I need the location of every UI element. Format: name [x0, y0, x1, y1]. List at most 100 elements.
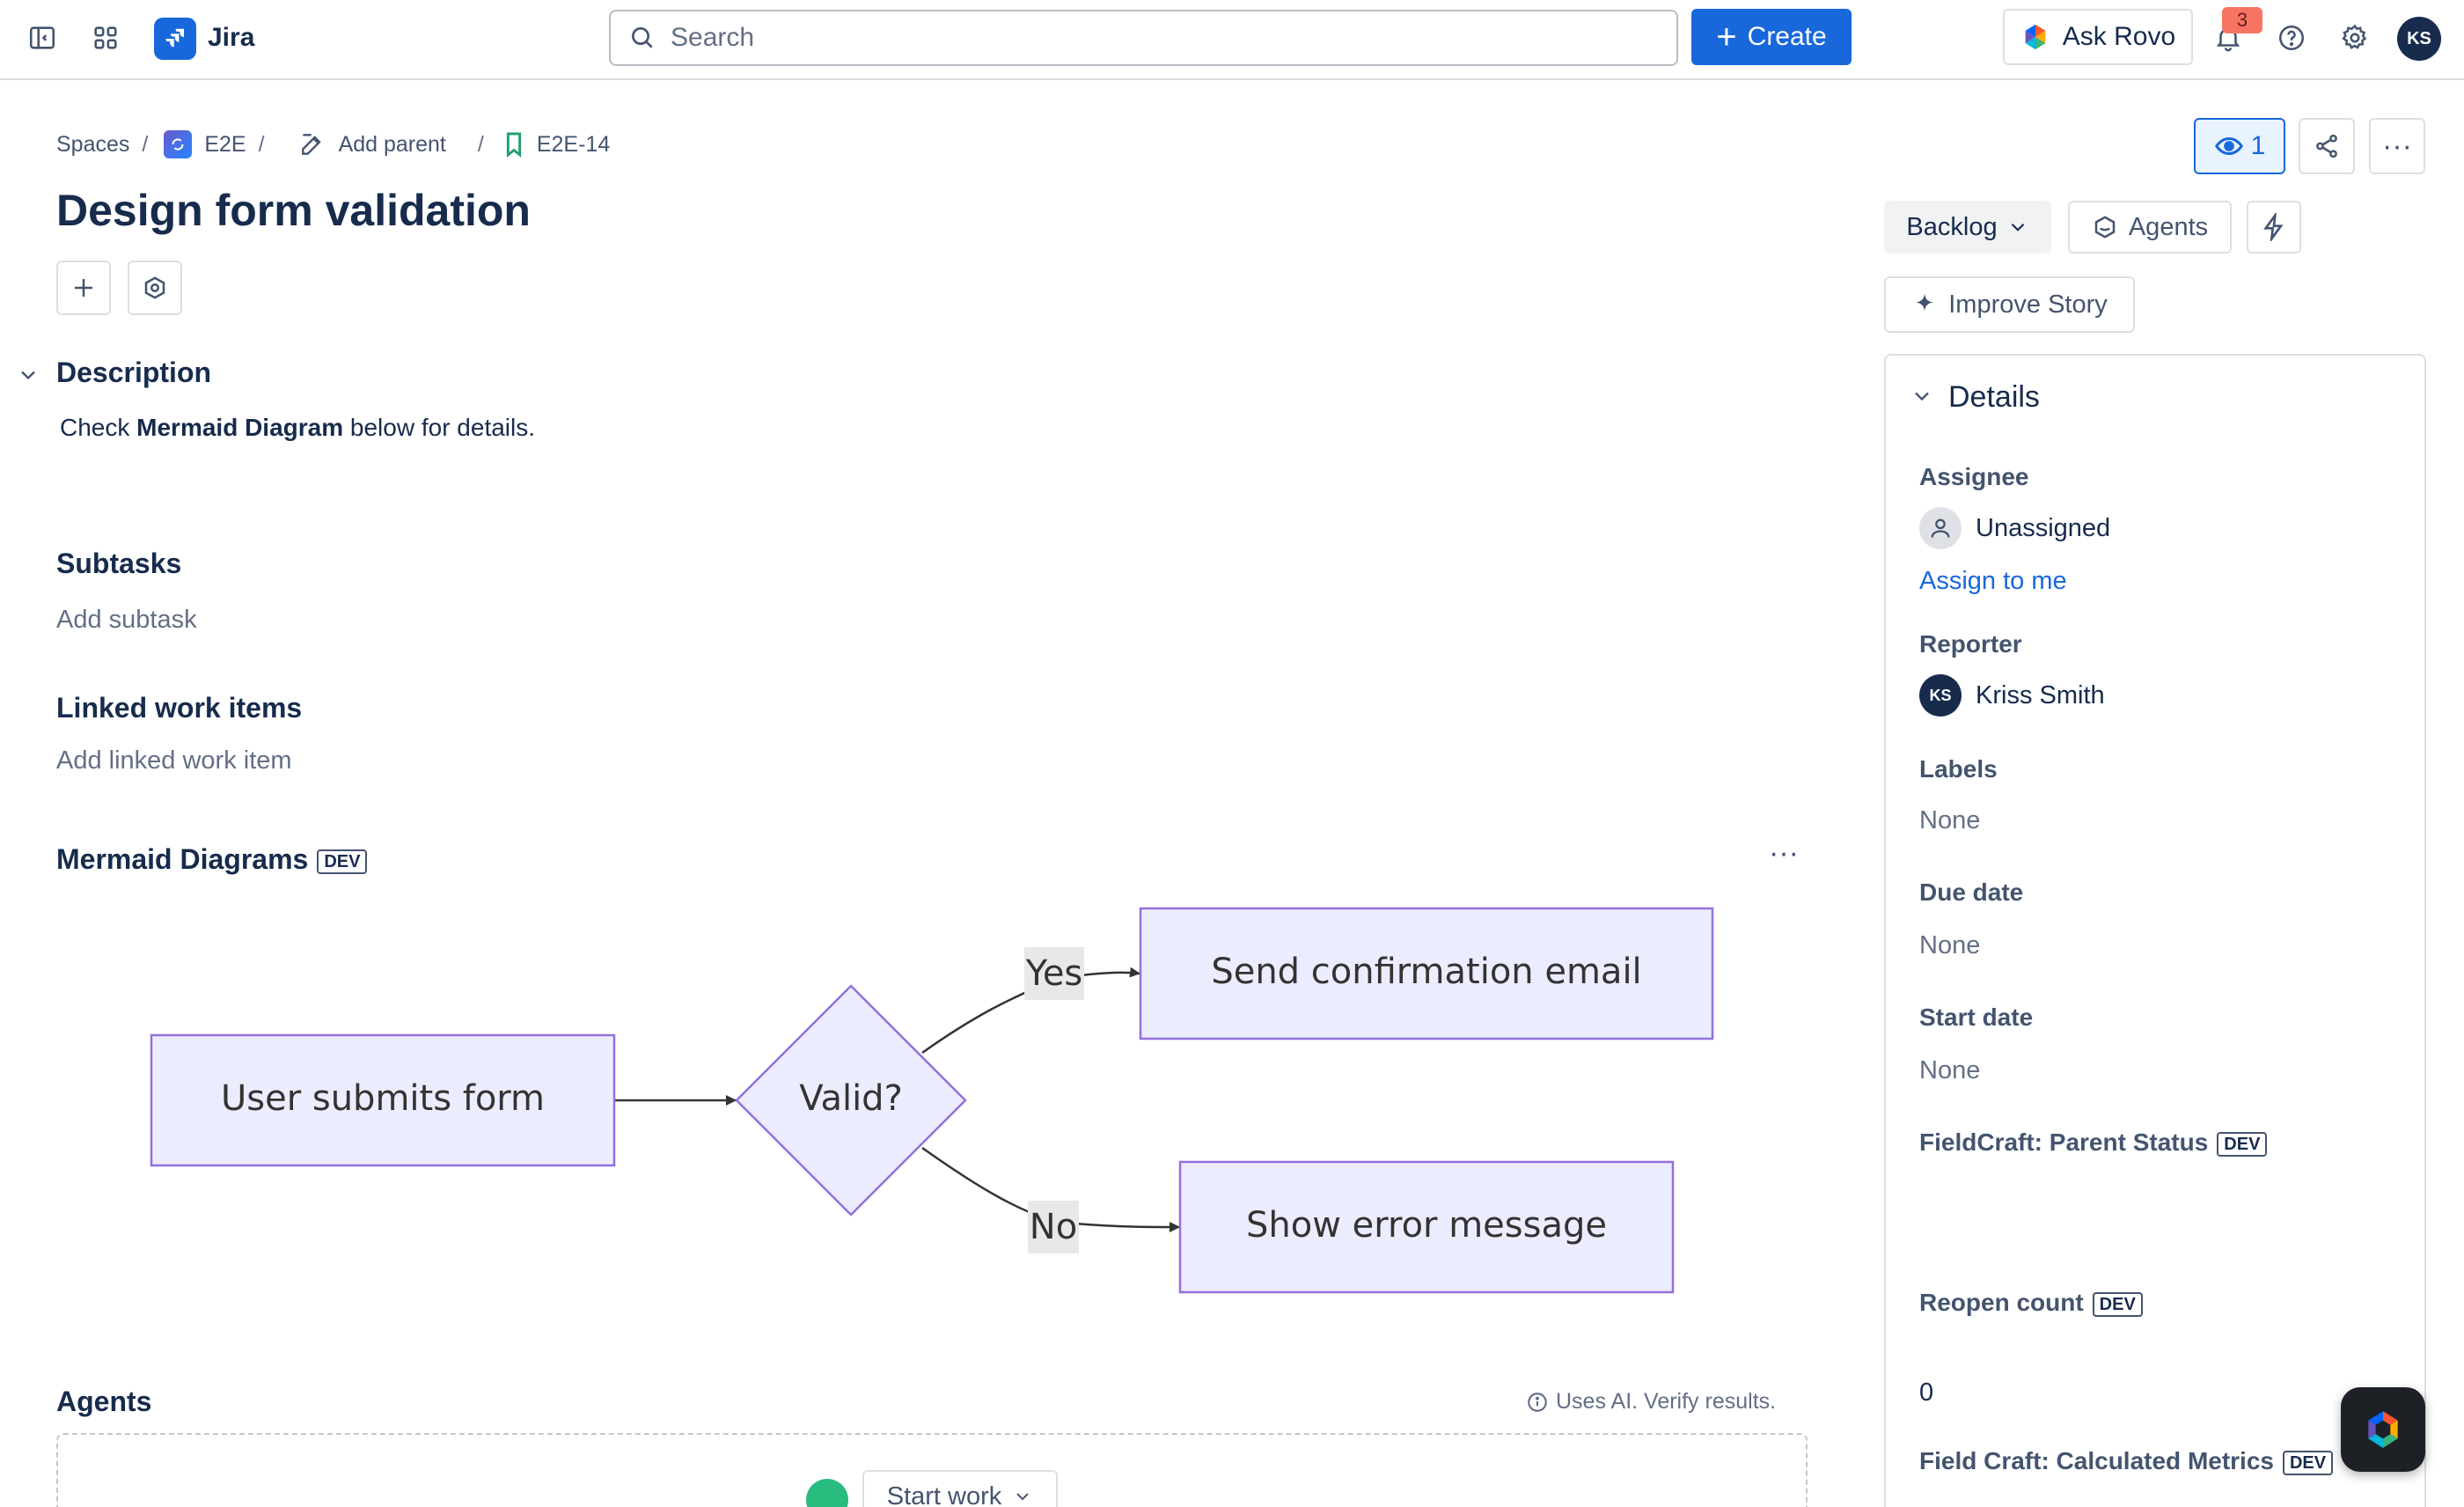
- apps-button[interactable]: [128, 261, 182, 315]
- breadcrumb-separator: /: [142, 131, 149, 157]
- description-text-after: below for details.: [343, 414, 536, 441]
- details-heading[interactable]: Details: [1948, 380, 2040, 415]
- node-send-confirmation-email-label: Send confirmation email: [1211, 952, 1641, 992]
- reopen-count-label-text: Reopen count: [1919, 1289, 2084, 1316]
- ask-rovo-label: Ask Rovo: [2062, 22, 2176, 51]
- add-parent-button[interactable]: Add parent: [298, 130, 446, 158]
- ai-disclaimer: Uses AI. Verify results.: [1526, 1389, 1776, 1415]
- labels-label: Labels: [1919, 755, 1998, 783]
- agents-heading: Agents: [56, 1386, 152, 1417]
- start-date-label: Start date: [1919, 1003, 2034, 1031]
- eye-icon: [2214, 136, 2243, 156]
- calculated-metrics-label-text: Field Craft: Calculated Metrics: [1919, 1447, 2274, 1474]
- parent-status-label: FieldCraft: Parent Status DEV: [1919, 1128, 2268, 1157]
- settings-gear-icon[interactable]: [2330, 18, 2380, 58]
- more-actions-button[interactable]: ···: [2369, 118, 2425, 174]
- app-name[interactable]: Jira: [208, 23, 254, 53]
- chevron-down-icon: [1016, 1493, 1029, 1501]
- add-subtask-button[interactable]: Add subtask: [56, 606, 197, 635]
- story-bookmark-icon: [506, 132, 521, 158]
- app-switcher-icon[interactable]: [81, 18, 130, 58]
- node-user-submits-form-label: User submits form: [221, 1078, 545, 1119]
- dev-badge: DEV: [2092, 1291, 2143, 1317]
- start-work-label: Start work: [886, 1481, 1002, 1507]
- search-input[interactable]: [671, 23, 1639, 53]
- plus-icon: [75, 279, 92, 297]
- breadcrumb-space-label: E2E: [204, 131, 246, 157]
- lightning-bolt-icon: [2263, 213, 2284, 241]
- plus-icon: +: [1716, 18, 1737, 56]
- breadcrumb-separator: /: [258, 131, 265, 157]
- chevron-down-icon: [2011, 223, 2024, 232]
- edge-label-yes: Yes: [1025, 953, 1083, 994]
- improve-story-label: Improve Story: [1948, 290, 2108, 319]
- reopen-count-label: Reopen count DEV: [1919, 1289, 2143, 1317]
- breadcrumb-spaces-link[interactable]: Spaces: [56, 132, 129, 158]
- start-work-button[interactable]: Start work: [862, 1470, 1058, 1507]
- description-heading[interactable]: Description: [56, 357, 211, 389]
- rovo-logo-icon: [2025, 24, 2046, 50]
- top-navigation-bar: Jira + Create Ask Rovo 3 KS: [0, 0, 2464, 80]
- rovo-logo-icon: [2368, 1411, 2398, 1448]
- add-linked-work-item-button[interactable]: Add linked work item: [56, 746, 292, 776]
- issue-title[interactable]: Design form validation: [56, 185, 531, 236]
- breadcrumb-space-link[interactable]: E2E: [164, 130, 246, 158]
- reporter-value: Kriss Smith: [1976, 680, 2105, 709]
- sparkle-icon: [1916, 293, 1934, 312]
- mermaid-more-button[interactable]: ···: [1769, 836, 1799, 871]
- help-icon[interactable]: [2267, 18, 2316, 58]
- reporter-avatar: KS: [1919, 674, 1962, 717]
- issue-key-label: E2E-14: [536, 131, 611, 157]
- chevron-down-icon[interactable]: [16, 363, 40, 387]
- parent-status-label-text: FieldCraft: Parent Status: [1919, 1128, 2209, 1156]
- ai-disclaimer-text: Uses AI. Verify results.: [1556, 1389, 1777, 1414]
- search-bar[interactable]: [609, 10, 1678, 66]
- create-button-label: Create: [1747, 22, 1827, 51]
- ask-rovo-button[interactable]: Ask Rovo: [2003, 9, 2193, 65]
- watch-button[interactable]: 1: [2194, 118, 2285, 174]
- reporter-field[interactable]: KS Kriss Smith: [1919, 674, 2105, 717]
- subtasks-heading: Subtasks: [56, 548, 182, 579]
- reopen-count-value: 0: [1919, 1378, 1934, 1407]
- assignee-field[interactable]: Unassigned: [1919, 507, 2110, 549]
- start-date-value[interactable]: None: [1919, 1056, 1980, 1085]
- description-text-before: Check: [60, 414, 137, 441]
- agents-button-label: Agents: [2128, 212, 2209, 241]
- assignee-label: Assignee: [1919, 463, 2029, 490]
- unassigned-avatar-icon: [1919, 507, 1962, 549]
- chevron-down-icon[interactable]: [1910, 384, 1934, 408]
- description-body[interactable]: Check Mermaid Diagram below for details.: [60, 414, 535, 442]
- dev-badge: DEV: [2282, 1450, 2334, 1475]
- assign-to-me-link[interactable]: Assign to me: [1919, 567, 2067, 596]
- agent-hexagon-icon: [2094, 216, 2116, 239]
- edit-pencil-icon: [301, 134, 321, 155]
- improve-story-button[interactable]: Improve Story: [1884, 276, 2135, 333]
- search-icon: [632, 27, 653, 48]
- space-avatar-icon: [164, 130, 193, 158]
- automation-button[interactable]: [2247, 201, 2301, 254]
- user-avatar[interactable]: KS: [2397, 17, 2441, 61]
- jira-logo-icon[interactable]: [154, 18, 196, 60]
- mermaid-diagrams-heading: Mermaid Diagrams DEV: [56, 843, 368, 876]
- node-valid-decision-label: Valid?: [799, 1078, 903, 1119]
- dev-badge: DEV: [2217, 1131, 2268, 1157]
- labels-value[interactable]: None: [1919, 806, 1980, 835]
- notification-count-badge: 3: [2222, 7, 2262, 33]
- reporter-label: Reporter: [1919, 630, 2022, 658]
- status-dropdown[interactable]: Backlog: [1884, 201, 2051, 254]
- share-button[interactable]: [2299, 118, 2355, 174]
- agents-button[interactable]: Agents: [2068, 201, 2232, 254]
- due-date-value[interactable]: None: [1919, 931, 1980, 960]
- rovo-chat-button[interactable]: [2341, 1387, 2425, 1472]
- breadcrumb-issue-link[interactable]: E2E-14: [500, 130, 610, 158]
- breadcrumb-separator: /: [477, 131, 484, 157]
- node-show-error-message-label: Show error message: [1246, 1205, 1607, 1246]
- add-button[interactable]: [56, 261, 111, 315]
- status-label: Backlog: [1906, 212, 1998, 241]
- description-text-bold: Mermaid Diagram: [136, 414, 344, 441]
- linked-work-items-heading: Linked work items: [56, 692, 303, 724]
- calculated-metrics-label: Field Craft: Calculated Metrics DEV: [1919, 1447, 2334, 1475]
- create-button[interactable]: + Create: [1691, 9, 1852, 65]
- add-parent-label: Add parent: [338, 131, 446, 157]
- sidebar-toggle-icon[interactable]: [18, 18, 67, 58]
